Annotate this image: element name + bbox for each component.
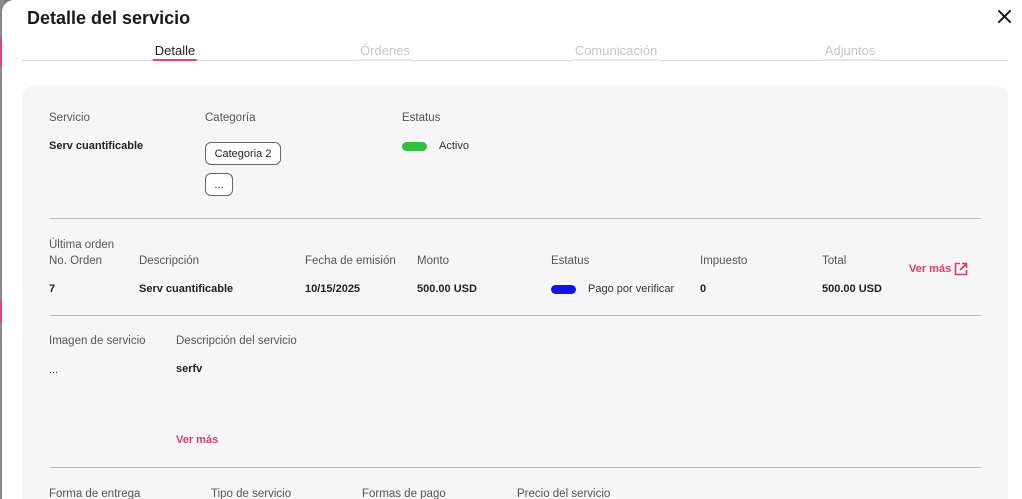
service-price-label: Precio del servicio [517,488,611,499]
status-label: Estatus [402,112,441,124]
divider [50,467,981,468]
order-issue-date-header: Fecha de emisión [305,255,396,267]
order-description-value: Serv cuantificable [139,283,234,295]
category-more-button[interactable]: ... [205,173,233,196]
order-description-header: Descripción [139,255,200,267]
order-tax-value: 0 [700,283,707,295]
order-status-value: Pago por verificar [588,283,675,295]
service-detail-modal: Detalle del servicio Detalle Órdenes Com… [2,0,1022,499]
service-image-value: ... [49,364,59,376]
order-status-header: Estatus [551,255,590,267]
service-label: Servicio [49,112,90,124]
close-icon [997,9,1011,23]
service-image-label: Imagen de servicio [49,335,146,347]
order-number-value: 7 [49,283,56,295]
tab-bar: Detalle Órdenes Comunicación Adjuntos [22,44,1008,61]
delivery-method-label: Forma de entrega [49,488,141,499]
service-type-label: Tipo de servicio [211,488,292,499]
order-tax-header: Impuesto [700,255,748,267]
status-indicator-active [402,142,427,151]
tab-comunicacion[interactable]: Comunicación [572,44,660,61]
close-button[interactable] [994,6,1014,26]
status-indicator-order [551,285,576,294]
category-chip[interactable]: Categoria 2 [205,142,281,165]
description-see-more-link[interactable]: Ver más [176,434,218,446]
payment-methods-label: Formas de pago [362,488,446,499]
external-link-icon[interactable] [954,262,968,276]
order-issue-date-value: 10/15/2025 [305,283,361,295]
order-amount-value: 500.00 USD [417,283,477,295]
service-detail-card: Servicio Serv cuantificable Categoría Ca… [22,86,1008,499]
tab-ordenes[interactable]: Órdenes [358,44,412,61]
status-value: Activo [439,140,469,152]
order-number-header: No. Orden [49,255,103,267]
service-description-label: Descripción del servicio [176,335,297,347]
service-value: Serv cuantificable [49,140,144,152]
order-total-value: 500.00 USD [822,283,882,295]
tab-adjuntos[interactable]: Adjuntos [822,44,878,61]
category-label: Categoría [205,112,256,124]
order-amount-header: Monto [417,255,449,267]
service-description-value: serfv [176,363,203,375]
modal-title: Detalle del servicio [27,8,191,28]
order-see-more-link[interactable]: Ver más [909,263,951,275]
divider [50,218,981,219]
divider [50,315,981,316]
tab-detalle[interactable]: Detalle [152,44,198,61]
last-order-label: Última orden [49,239,115,251]
order-total-header: Total [822,255,847,267]
